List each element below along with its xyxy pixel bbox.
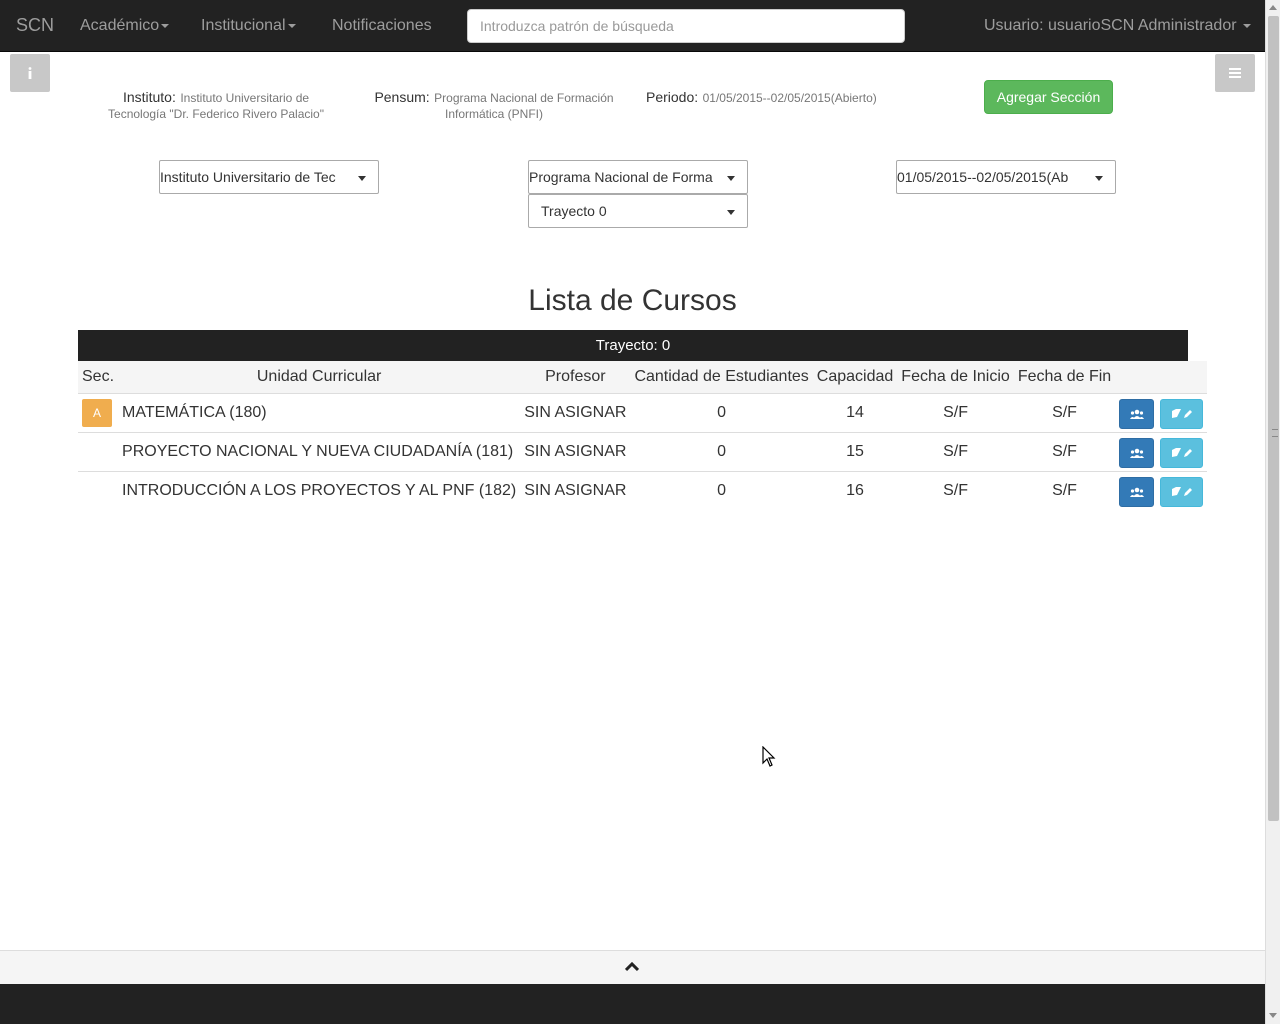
group-icon [1129,487,1144,497]
top-navbar: SCN Académico Institucional Notificacion… [0,0,1265,52]
instituto-select[interactable]: Instituto Universitario de Tec [159,160,379,194]
fecha-fin-cell: S/F [1013,470,1116,510]
col-profesor: Profesor [520,361,631,394]
menu-institucional[interactable]: Institucional [201,17,296,35]
pensum-info: Pensum: Programa Nacional de Formación I… [366,90,622,122]
col-cantidad-estudiantes: Cantidad de Estudiantes [630,361,813,394]
capacidad-cell: 15 [812,431,898,471]
book-pencil-icon [1171,447,1192,457]
unidad-cell: MATEMÁTICA (180) [122,403,267,421]
fecha-fin-cell: S/F [1052,403,1077,421]
unidad-cell: PROYECTO NACIONAL Y NUEVA CIUDADANÍA (18… [118,431,521,471]
actions-cell [1115,431,1208,471]
periodo-select-value: 01/05/2015--02/05/2015(Ab [897,169,1069,185]
actions-cell [1115,470,1208,510]
periodo-label: Periodo: [646,89,699,105]
menu-academico-label: Académico [80,17,160,34]
courses-table: Trayecto: 0 Sec. Unidad Curricular Profe… [78,330,1208,510]
pensum-label: Pensum: [374,89,430,105]
edit-button[interactable] [1160,398,1204,429]
col-fecha-inicio: Fecha de Inicio [897,361,1014,394]
main-content: Instituto: Instituto Universitario de Te… [0,52,1265,984]
pensum-value: Programa Nacional de Formación Informáti… [434,91,614,121]
group-icon [1129,409,1144,419]
periodo-select[interactable]: 01/05/2015--02/05/2015(Ab [896,160,1116,194]
instituto-label: Instituto: [122,89,176,105]
periodo-value: 01/05/2015--02/05/2015(Abierto) [702,91,877,105]
brand-link[interactable]: SCN [16,15,54,36]
caret-down-icon [1243,23,1251,28]
actions-cell [1115,393,1207,432]
capacidad-cell: 16 [812,470,898,510]
menu-institucional-label: Institucional [201,17,286,34]
scroll-up-icon[interactable] [1269,5,1277,10]
add-section-button[interactable]: Agregar Sección [984,80,1113,114]
info-toggle-button[interactable] [10,54,50,92]
periodo-info: Periodo: 01/05/2015--02/05/2015(Abierto) [646,90,906,106]
col-capacidad: Capacidad [812,361,898,394]
side-menu-button[interactable] [1215,54,1255,92]
table-row: A MATEMÁTICA (180) SIN ASIGNAR 0 14 S/F … [78,393,1207,432]
scroll-thumb[interactable] [1268,16,1279,821]
estudiantes-cell: 0 [630,470,813,510]
instituto-info: Instituto: Instituto Universitario de Te… [104,90,328,122]
trayecto-select-value: Trayecto 0 [541,203,607,219]
estudiantes-cell: 0 [717,403,727,421]
fecha-inicio-cell: S/F [897,431,1014,471]
group-icon [1129,448,1144,458]
search-input[interactable] [467,9,905,43]
chevron-up-icon [625,962,639,972]
programa-select[interactable]: Programa Nacional de Forma [528,160,748,194]
unidad-cell: INTRODUCCIÓN A LOS PROYECTOS Y AL PNF (1… [118,470,521,510]
menu-academico[interactable]: Académico [80,17,170,35]
sec-cell [78,470,119,510]
menu-notificaciones[interactable]: Notificaciones [332,17,432,35]
fecha-inicio-cell: S/F [897,470,1014,510]
col-unidad-curricular: Unidad Curricular [118,361,521,394]
sec-cell: A [78,393,118,432]
estudiantes-cell: 0 [630,431,813,471]
profesor-cell: SIN ASIGNAR [524,403,627,421]
page-title: Lista de Cursos [528,284,737,317]
scroll-down-icon[interactable] [1269,1013,1277,1018]
edit-button[interactable] [1160,437,1204,468]
section-badge[interactable]: A [82,398,112,427]
page-scrollbar[interactable] [1265,0,1280,1024]
col-actions [1115,361,1208,394]
table-row: PROYECTO NACIONAL Y NUEVA CIUDADANÍA (18… [78,431,1208,471]
dropdown-arrow-icon [727,176,735,181]
trayecto-select[interactable]: Trayecto 0 [528,194,748,228]
col-sec: Sec. [78,361,119,394]
caret-down-icon [287,23,296,28]
fecha-inicio-cell: S/F [943,403,968,421]
col-fecha-fin: Fecha de Fin [1013,361,1116,394]
profesor-cell: SIN ASIGNAR [520,431,631,471]
table-caption: Trayecto: 0 [78,330,1188,361]
mouse-cursor-icon [762,746,776,767]
profesor-cell: SIN ASIGNAR [520,470,631,510]
students-button[interactable] [1119,398,1155,429]
sec-cell [78,431,119,471]
book-pencil-icon [1171,408,1192,418]
grip-icon [1272,429,1278,437]
book-pencil-icon [1171,486,1192,496]
dropdown-arrow-icon [727,210,735,215]
table-header-row: Sec. Unidad Curricular Profesor Cantidad… [78,361,1208,394]
dropdown-arrow-icon [358,176,366,181]
capacidad-cell: 14 [846,403,864,421]
fecha-fin-cell: S/F [1013,431,1116,471]
edit-button[interactable] [1160,476,1204,507]
user-menu-label: Usuario: usuarioSCN Administrador [984,17,1237,34]
table-row: INTRODUCCIÓN A LOS PROYECTOS Y AL PNF (1… [78,470,1208,510]
dropdown-arrow-icon [1095,176,1103,181]
hamburger-icon [1229,68,1241,78]
footer-toggle-bar[interactable] [0,950,1265,984]
info-icon [28,67,32,79]
programa-select-value: Programa Nacional de Forma [529,169,713,185]
user-menu[interactable]: Usuario: usuarioSCN Administrador [984,17,1251,35]
caret-down-icon [161,23,170,28]
instituto-select-value: Instituto Universitario de Tec [160,169,336,185]
students-button[interactable] [1119,476,1155,507]
students-button[interactable] [1119,437,1155,468]
